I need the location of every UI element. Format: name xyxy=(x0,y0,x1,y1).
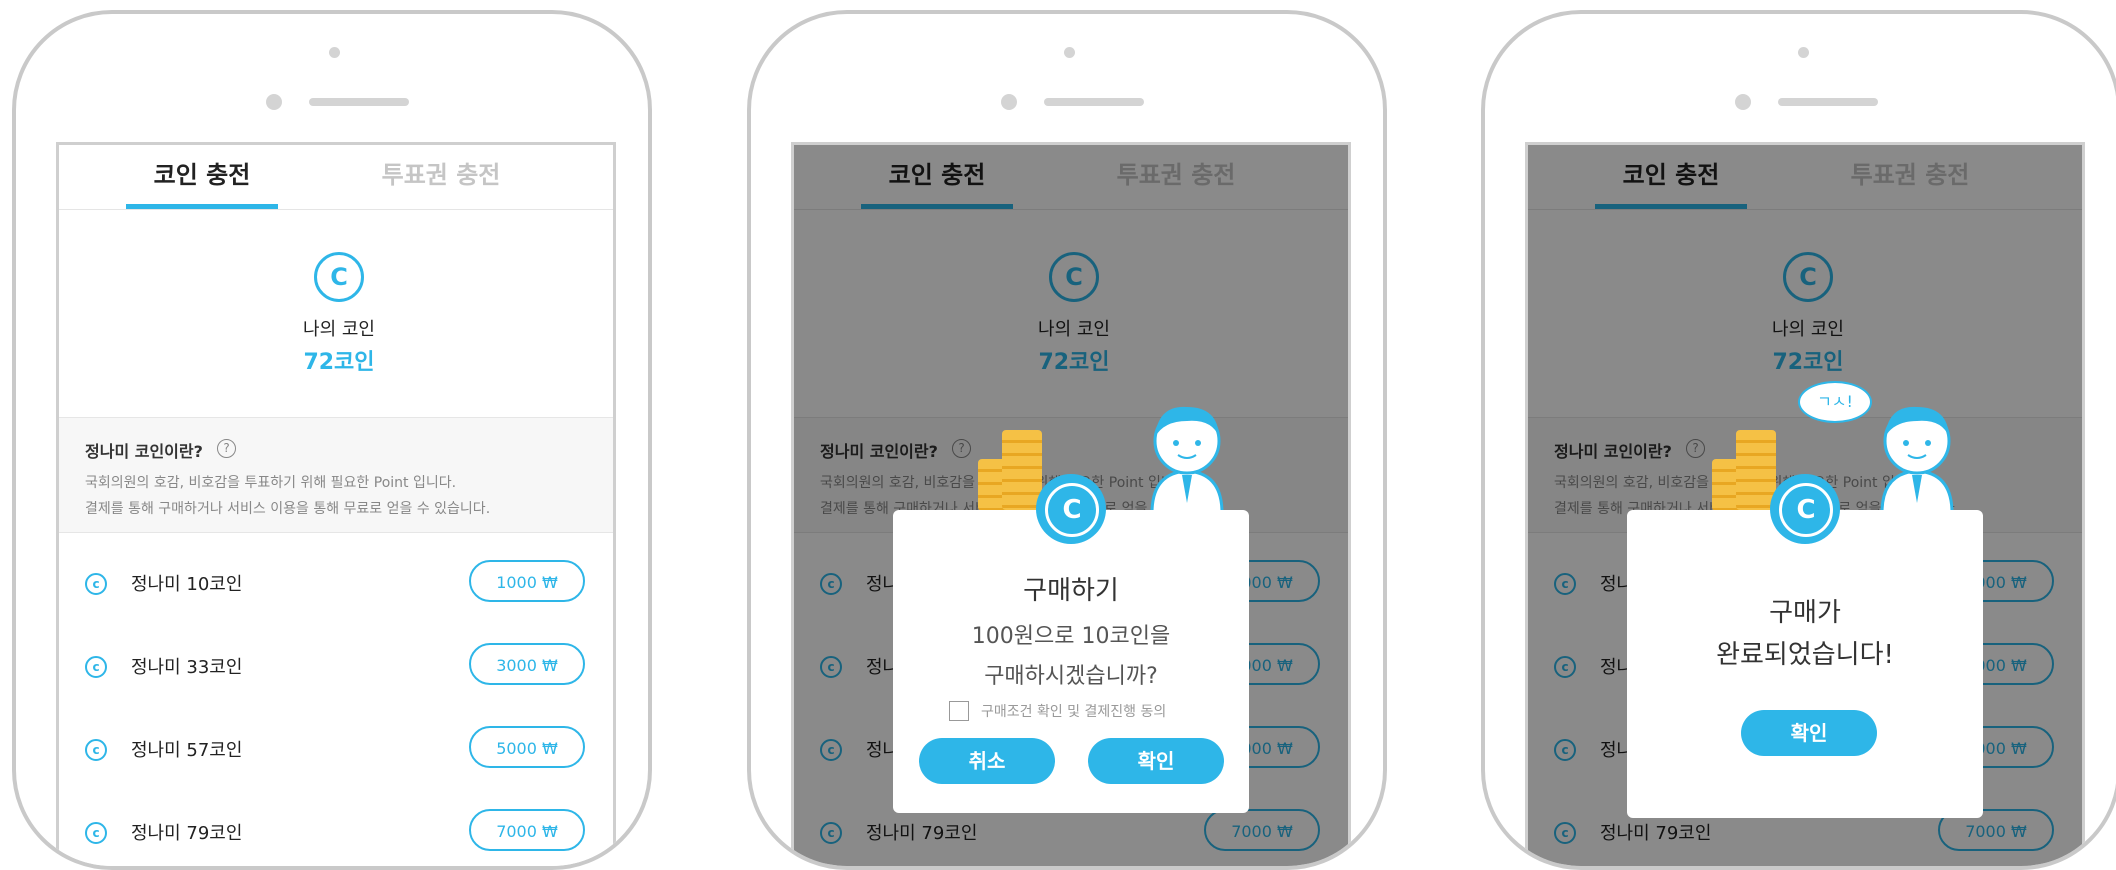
confirm-button[interactable]: 확인 xyxy=(1088,738,1224,784)
purchase-complete-dialog: C 구매가 완료되었습니다! 확인 xyxy=(1627,474,1983,818)
active-tab-indicator xyxy=(126,204,278,209)
coin-icon: C xyxy=(314,252,364,302)
price-button[interactable]: 1000 ₩ xyxy=(469,560,585,602)
tab-vote-charge[interactable]: 투표권 충전 xyxy=(365,145,517,209)
phone-sensor-dot xyxy=(1001,94,1017,110)
complete-message-1: 구매가 xyxy=(1769,598,1841,628)
coin-icon: c xyxy=(85,739,107,761)
coin-charge-screen: 코인 충전 투표권 충전 C 나의 코인 72코인 정나미 코인이란? ? 국회… xyxy=(791,142,1351,866)
product-name: 정나미 57코인 xyxy=(131,740,243,761)
mascot-icon xyxy=(1880,406,1954,513)
product-row[interactable]: c 정나미 10코인 1000 ₩ xyxy=(59,558,613,608)
product-row[interactable]: c 정나미 57코인 5000 ₩ xyxy=(59,724,613,774)
product-name: 정나미 79코인 xyxy=(131,823,243,844)
coin-stack-icon xyxy=(1002,430,1042,510)
product-name: 정나미 33코인 xyxy=(131,657,243,678)
coin-badge: C xyxy=(1036,474,1106,544)
phone-speaker xyxy=(1044,98,1144,106)
phone-frame-purchase-complete: 코인 충전 투표권 충전 C 나의 코인 72코인 정나미 코인이란? ? 국회… xyxy=(1481,10,2116,870)
phone-speaker xyxy=(309,98,409,106)
coin-info-desc-1: 국회의원의 호감, 비호감을 투표하기 위해 필요한 Point 입니다. xyxy=(85,475,457,491)
price-button[interactable]: 5000 ₩ xyxy=(469,726,585,768)
speech-bubble: ㄱㅅ! xyxy=(1798,381,1872,423)
phone-sensor-dot xyxy=(266,94,282,110)
coin-stack-icon xyxy=(1736,430,1776,510)
my-coin-value: 72코인 xyxy=(303,350,375,375)
phone-camera-dot xyxy=(1798,47,1809,58)
coin-info-box: 정나미 코인이란? ? 국회의원의 호감, 비호감을 투표하기 위해 필요한 P… xyxy=(59,417,613,533)
dialog-title: 구매하기 xyxy=(1023,576,1119,606)
product-name: 정나미 10코인 xyxy=(131,574,243,595)
coin-info-desc-2: 결제를 통해 구매하거나 서비스 이용을 통해 무료로 얻을 수 있습니다. xyxy=(85,501,491,517)
coin-icon: c xyxy=(85,822,107,844)
tab-bar: 코인 충전 투표권 충전 xyxy=(59,145,613,210)
price-button[interactable]: 3000 ₩ xyxy=(469,643,585,685)
dialog-message-1: 100원으로 10코인을 xyxy=(971,624,1171,649)
agree-label[interactable]: 구매조건 확인 및 결제진행 동의 xyxy=(981,701,1166,721)
coin-badge: C xyxy=(1770,474,1840,544)
phone-speaker xyxy=(1778,98,1878,106)
phone-camera-dot xyxy=(329,47,340,58)
coin-charge-screen: 코인 충전 투표권 충전 C 나의 코인 72코인 정나미 코인이란? ? 국회… xyxy=(56,142,616,866)
purchase-dialog: C 구매하기 100원으로 10코인을 구매하시겠습니까? 구매조건 확인 및 … xyxy=(893,474,1249,813)
price-button[interactable]: 7000 ₩ xyxy=(469,809,585,851)
my-coin-label: 나의 코인 xyxy=(303,319,375,340)
cancel-button[interactable]: 취소 xyxy=(919,738,1055,784)
phone-camera-dot xyxy=(1064,47,1075,58)
coin-icon: C xyxy=(1779,483,1833,537)
product-row[interactable]: c 정나미 79코인 7000 ₩ xyxy=(59,807,613,857)
help-icon[interactable]: ? xyxy=(217,439,236,458)
product-row[interactable]: c 정나미 33코인 3000 ₩ xyxy=(59,641,613,691)
complete-message-2: 완료되었습니다! xyxy=(1716,640,1894,670)
agree-checkbox[interactable] xyxy=(949,701,969,721)
coin-icon: c xyxy=(85,656,107,678)
tab-coin-charge[interactable]: 코인 충전 xyxy=(126,145,278,209)
phone-frame-coin-charge: 코인 충전 투표권 충전 C 나의 코인 72코인 정나미 코인이란? ? 국회… xyxy=(12,10,652,870)
phone-sensor-dot xyxy=(1735,94,1751,110)
coin-info-title: 정나미 코인이란? xyxy=(85,442,203,461)
confirm-button[interactable]: 확인 xyxy=(1741,710,1877,756)
coin-charge-screen: 코인 충전 투표권 충전 C 나의 코인 72코인 정나미 코인이란? ? 국회… xyxy=(1525,142,2085,866)
mascot-icon xyxy=(1150,406,1224,513)
phone-frame-purchase-dialog: 코인 충전 투표권 충전 C 나의 코인 72코인 정나미 코인이란? ? 국회… xyxy=(747,10,1387,870)
coin-icon: c xyxy=(85,573,107,595)
dialog-message-2: 구매하시겠습니까? xyxy=(984,664,1158,689)
coin-icon: C xyxy=(1045,483,1099,537)
